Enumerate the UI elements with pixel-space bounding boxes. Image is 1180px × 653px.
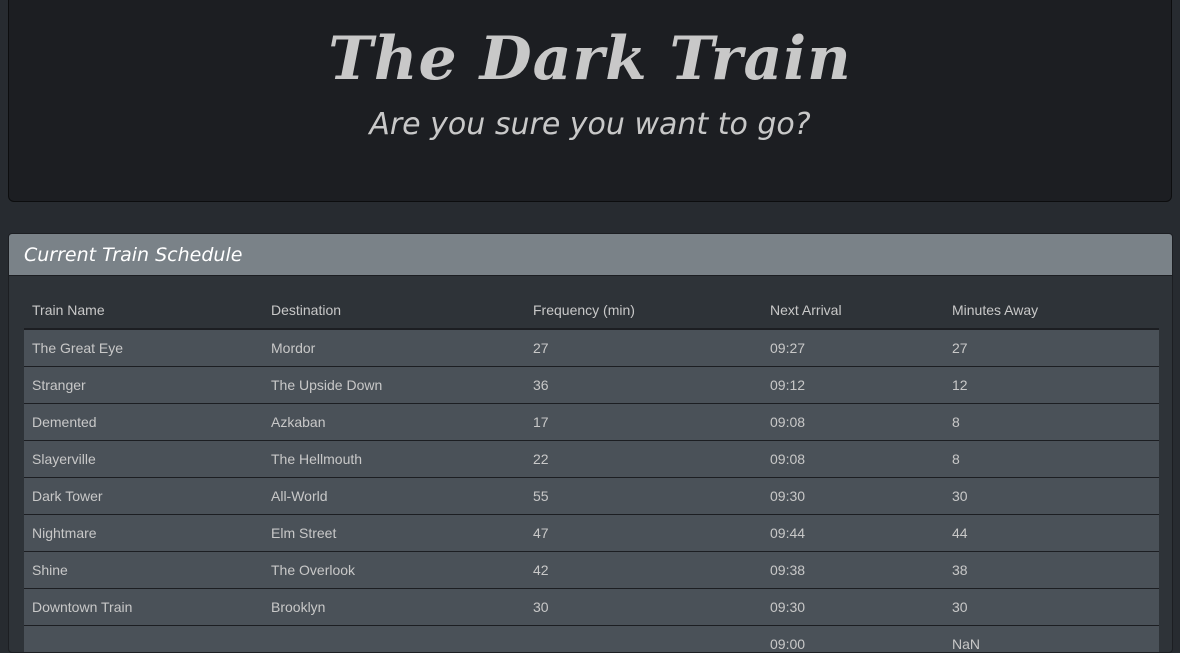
cell-train-name: Nightmare (24, 514, 263, 552)
table-row: Slayerville The Hellmouth 22 09:08 8 (24, 440, 1159, 478)
table-row: Stranger The Upside Down 36 09:12 12 (24, 366, 1159, 404)
table-row: The Great Eye Mordor 27 09:27 27 (24, 329, 1159, 367)
site-title: The Dark Train (328, 24, 852, 94)
schedule-panel-heading: Current Train Schedule (9, 234, 1172, 276)
cell-frequency: 17 (525, 403, 762, 441)
cell-frequency: 30 (525, 588, 762, 626)
cell-next-arrival: 09:44 (762, 514, 944, 552)
cell-minutes-away: 30 (944, 588, 1159, 626)
site-subtitle: Are you sure you want to go? (369, 107, 811, 142)
cell-minutes-away: 44 (944, 514, 1159, 552)
cell-frequency: 47 (525, 514, 762, 552)
cell-destination: Mordor (263, 329, 525, 367)
cell-next-arrival: 09:08 (762, 403, 944, 441)
cell-minutes-away: 12 (944, 366, 1159, 404)
cell-minutes-away: 30 (944, 477, 1159, 515)
column-header-next-arrival: Next Arrival (762, 291, 944, 330)
cell-destination: Elm Street (263, 514, 525, 552)
cell-train-name: Shine (24, 551, 263, 589)
cell-next-arrival: 09:30 (762, 477, 944, 515)
table-row: 09:00 NaN (24, 625, 1159, 652)
cell-destination: All-World (263, 477, 525, 515)
cell-train-name: Dark Tower (24, 477, 263, 515)
column-header-frequency: Frequency (min) (525, 291, 762, 330)
train-schedule-table: Train Name Destination Frequency (min) N… (24, 291, 1159, 652)
table-row: Demented Azkaban 17 09:08 8 (24, 403, 1159, 441)
cell-train-name: Downtown Train (24, 588, 263, 626)
cell-minutes-away: 8 (944, 403, 1159, 441)
cell-frequency: 55 (525, 477, 762, 515)
cell-next-arrival: 09:27 (762, 329, 944, 367)
cell-minutes-away: NaN (944, 625, 1159, 652)
cell-frequency: 36 (525, 366, 762, 404)
cell-next-arrival: 09:08 (762, 440, 944, 478)
cell-train-name: The Great Eye (24, 329, 263, 367)
cell-next-arrival: 09:12 (762, 366, 944, 404)
column-header-destination: Destination (263, 291, 525, 330)
cell-destination: The Hellmouth (263, 440, 525, 478)
cell-next-arrival: 09:00 (762, 625, 944, 652)
cell-train-name (24, 625, 263, 652)
cell-train-name: Stranger (24, 366, 263, 404)
column-header-train-name: Train Name (24, 291, 263, 330)
cell-next-arrival: 09:30 (762, 588, 944, 626)
cell-frequency: 42 (525, 551, 762, 589)
cell-destination: Azkaban (263, 403, 525, 441)
cell-next-arrival: 09:38 (762, 551, 944, 589)
cell-destination: The Upside Down (263, 366, 525, 404)
table-row: Dark Tower All-World 55 09:30 30 (24, 477, 1159, 515)
cell-train-name: Slayerville (24, 440, 263, 478)
header-jumbotron: The Dark Train Are you sure you want to … (8, 0, 1172, 202)
table-row: Shine The Overlook 42 09:38 38 (24, 551, 1159, 589)
cell-destination (263, 625, 525, 652)
cell-destination: The Overlook (263, 551, 525, 589)
cell-minutes-away: 8 (944, 440, 1159, 478)
table-header-row: Train Name Destination Frequency (min) N… (24, 291, 1159, 330)
cell-frequency (525, 625, 762, 652)
cell-train-name: Demented (24, 403, 263, 441)
schedule-panel-title: Current Train Schedule (24, 244, 243, 266)
cell-minutes-away: 27 (944, 329, 1159, 367)
table-row: Nightmare Elm Street 47 09:44 44 (24, 514, 1159, 552)
schedule-panel: Current Train Schedule Train Name Destin… (8, 233, 1173, 653)
cell-minutes-away: 38 (944, 551, 1159, 589)
cell-destination: Brooklyn (263, 588, 525, 626)
table-row: Downtown Train Brooklyn 30 09:30 30 (24, 588, 1159, 626)
column-header-minutes-away: Minutes Away (944, 291, 1159, 330)
cell-frequency: 22 (525, 440, 762, 478)
cell-frequency: 27 (525, 329, 762, 367)
